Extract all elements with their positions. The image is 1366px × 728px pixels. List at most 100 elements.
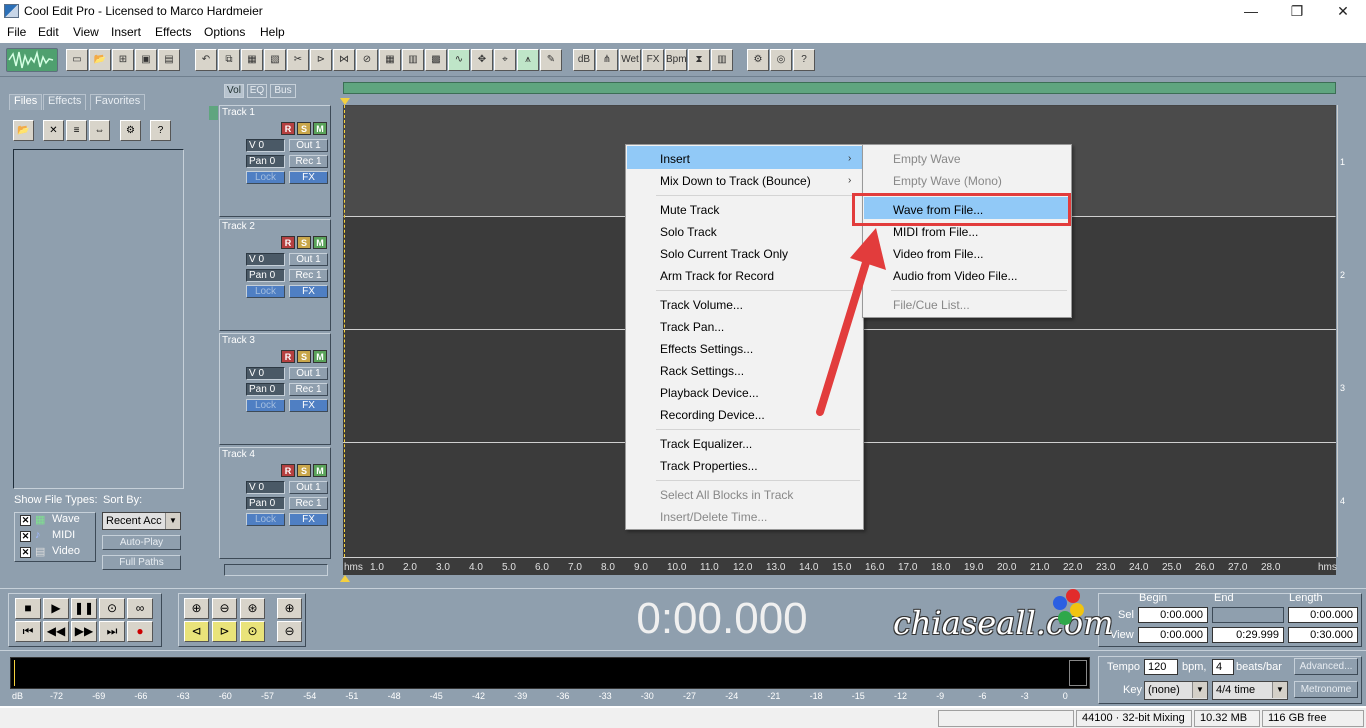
menu-item-track-pan[interactable]: Track Pan... [660, 320, 724, 334]
select-tool-icon[interactable]: ⌖ [494, 49, 516, 71]
lock-button[interactable]: Lock [246, 171, 285, 184]
record-input-button[interactable]: Rec 1 [289, 383, 328, 396]
pause-icon[interactable]: ❚❚ [71, 598, 97, 619]
play-from-cursor-icon[interactable]: ⊙ [99, 598, 125, 619]
volume-field[interactable]: V 0 [246, 367, 285, 380]
volume-field[interactable]: V 0 [246, 139, 285, 152]
menu-item-insert[interactable]: Insert [660, 152, 690, 166]
record-input-button[interactable]: Rec 1 [289, 497, 328, 510]
go-to-start-icon[interactable]: ⏮ [15, 621, 41, 642]
sel-end-field[interactable] [1212, 607, 1284, 623]
wet-icon[interactable]: Wet [619, 49, 641, 71]
tab-effects[interactable]: Effects [43, 94, 87, 110]
rewind-icon[interactable]: ◀◀ [43, 621, 69, 642]
mixdown-icon[interactable]: ▥ [711, 49, 733, 71]
sort-by-select[interactable]: Recent Acc ▼ [102, 512, 181, 530]
open-append-icon[interactable]: ⊞ [112, 49, 134, 71]
mix-paste-icon[interactable]: ▧ [264, 49, 286, 71]
solo-button[interactable]: S [297, 122, 311, 135]
solo-button[interactable]: S [297, 350, 311, 363]
insert-into-multitrack-icon[interactable]: ≡ [66, 120, 87, 141]
zoom-full-icon[interactable]: ⊛ [240, 598, 265, 619]
record-input-button[interactable]: Rec 1 [289, 269, 328, 282]
auto-play-button[interactable]: Auto-Play [102, 535, 181, 550]
fx-button[interactable]: FX [289, 513, 328, 526]
time-ruler[interactable]: hms hms 1.0 2.0 3.0 4.0 5.0 6.0 7.0 8.0 9.0 10.0 1… [343, 557, 1337, 575]
zoom-out-vertical-icon[interactable]: ⊖ [277, 621, 302, 642]
advanced-button[interactable]: Advanced... [1294, 658, 1358, 675]
midi-checkbox[interactable]: ✕ [20, 531, 31, 542]
close-button[interactable]: ✕ [1320, 0, 1366, 23]
menu-item-track-properties[interactable]: Track Properties... [660, 459, 758, 473]
menu-help[interactable]: Help [260, 25, 285, 39]
new-file-icon[interactable]: ▭ [66, 49, 88, 71]
lock-button[interactable]: Lock [246, 285, 285, 298]
menu-item-effects-settings[interactable]: Effects Settings... [660, 342, 753, 356]
menu-item-select-all-blocks[interactable]: Select All Blocks in Track [660, 488, 793, 502]
undo-icon[interactable]: ↶ [195, 49, 217, 71]
output-button[interactable]: Out 1 [289, 367, 328, 380]
routing-icon[interactable]: ⧗ [688, 49, 710, 71]
mute-button[interactable]: M [313, 122, 327, 135]
menu-item-solo-current[interactable]: Solo Current Track Only [660, 247, 788, 261]
submenu-item-empty-wave[interactable]: Empty Wave [893, 152, 961, 166]
zoom-to-left-icon[interactable]: ⊲ [184, 621, 209, 642]
pan-icon[interactable]: ⋔ [596, 49, 618, 71]
split-icon[interactable]: ⋈ [333, 49, 355, 71]
menu-item-mute-track[interactable]: Mute Track [660, 203, 719, 217]
maximize-button[interactable]: ❐ [1274, 0, 1320, 23]
zoom-in-vertical-icon[interactable]: ⊕ [277, 598, 302, 619]
mute-button[interactable]: M [313, 464, 327, 477]
submenu-item-file-cue-list[interactable]: File/Cue List... [893, 298, 970, 312]
tab-files[interactable]: Files [9, 94, 43, 110]
properties-icon[interactable]: ◎ [770, 49, 792, 71]
tab-favorites[interactable]: Favorites [90, 94, 146, 110]
output-button[interactable]: Out 1 [289, 481, 328, 494]
mute-button[interactable]: M [313, 236, 327, 249]
help-icon[interactable]: ? [793, 49, 815, 71]
loop-icon[interactable]: ∞ [127, 598, 153, 619]
tab-vol[interactable]: Vol [224, 84, 244, 98]
record-arm-button[interactable]: R [281, 464, 295, 477]
beats-field[interactable]: 4 [1212, 659, 1234, 675]
zoom-out-icon[interactable]: ⊖ [212, 598, 237, 619]
output-button[interactable]: Out 1 [289, 139, 328, 152]
menu-file[interactable]: File [7, 25, 26, 39]
record-arm-button[interactable]: R [281, 122, 295, 135]
open-folder-icon[interactable]: 📂 [13, 120, 34, 141]
go-to-end-icon[interactable]: ⏭ [99, 621, 125, 642]
menu-item-insert-delete-time[interactable]: Insert/Delete Time... [660, 510, 767, 524]
submenu-item-audio-from-video[interactable]: Audio from Video File... [893, 269, 1018, 283]
envelope-icon[interactable]: ∿ [448, 49, 470, 71]
track-name[interactable]: Track 3 [222, 335, 255, 346]
edit-file-icon[interactable]: ⇔ [89, 120, 110, 141]
minimize-button[interactable]: — [1228, 0, 1274, 23]
erase-icon[interactable]: ⊘ [356, 49, 378, 71]
solo-button[interactable]: S [297, 464, 311, 477]
organizer-help-icon[interactable]: ? [150, 120, 171, 141]
trim-icon[interactable]: ⊳ [310, 49, 332, 71]
pan-field[interactable]: Pan 0 [246, 383, 285, 396]
menu-item-track-volume[interactable]: Track Volume... [660, 298, 743, 312]
tempo-field[interactable]: 120 [1144, 659, 1178, 675]
track-name[interactable]: Track 2 [222, 221, 255, 232]
zoom-selection-icon[interactable]: ⊙ [240, 621, 265, 642]
time-signature-select[interactable]: 4/4 time ▼ [1212, 681, 1288, 700]
waveform-view-toggle-icon[interactable] [6, 48, 58, 72]
hybrid-tool-icon[interactable]: ✎ [540, 49, 562, 71]
fast-forward-icon[interactable]: ▶▶ [71, 621, 97, 642]
metronome-button[interactable]: Metronome [1294, 681, 1358, 698]
view-begin-field[interactable]: 0:00.000 [1138, 627, 1208, 643]
record-input-button[interactable]: Rec 1 [289, 155, 328, 168]
record-arm-button[interactable]: R [281, 236, 295, 249]
fx-button[interactable]: FX [289, 285, 328, 298]
wave-checkbox[interactable]: ✕ [20, 515, 31, 526]
track-controls-scrollbar[interactable] [224, 564, 328, 576]
session-overview-bar[interactable] [343, 82, 1336, 94]
submenu-item-video-from-file[interactable]: Video from File... [893, 247, 983, 261]
play-icon[interactable]: ▶ [43, 598, 69, 619]
mute-button[interactable]: M [313, 350, 327, 363]
track-name[interactable]: Track 1 [222, 107, 255, 118]
output-button[interactable]: Out 1 [289, 253, 328, 266]
volume-field[interactable]: V 0 [246, 481, 285, 494]
